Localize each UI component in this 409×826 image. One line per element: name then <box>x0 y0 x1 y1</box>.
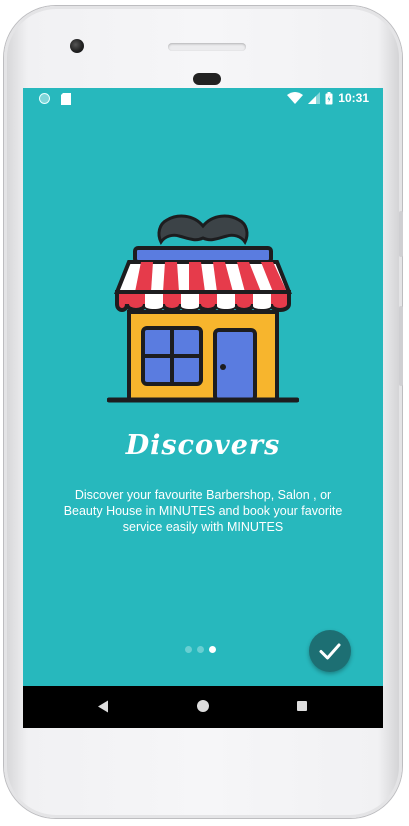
wifi-icon <box>287 92 304 104</box>
volume-button <box>399 306 403 386</box>
status-right: 10:31 <box>287 91 369 105</box>
proximity-sensor <box>193 73 221 85</box>
page-dot[interactable] <box>197 646 204 653</box>
front-camera <box>70 39 84 53</box>
battery-icon <box>325 91 333 104</box>
onboarding-description: Discover your favourite Barbershop, Salo… <box>63 488 343 534</box>
home-icon[interactable] <box>197 700 209 712</box>
clock: 10:31 <box>338 91 369 105</box>
recents-icon[interactable] <box>297 701 307 711</box>
signal-icon <box>308 92 321 104</box>
notification-icon <box>39 93 50 104</box>
sd-card-icon <box>61 93 71 105</box>
onboarding-title: Discovers <box>125 430 281 461</box>
checkmark-icon <box>319 643 341 660</box>
back-icon[interactable] <box>97 700 109 713</box>
earpiece-speaker <box>168 43 246 51</box>
page-indicator <box>185 646 216 653</box>
barbershop-store-icon <box>107 214 299 403</box>
status-bar: 10:31 <box>23 88 383 110</box>
app-screen: 10:31 Discovers Discover your favourite … <box>23 88 383 728</box>
power-button <box>399 211 403 257</box>
page-dot[interactable] <box>185 646 192 653</box>
navigation-bar <box>23 686 383 728</box>
page-dot-active[interactable] <box>209 646 216 653</box>
done-button[interactable] <box>309 630 351 672</box>
